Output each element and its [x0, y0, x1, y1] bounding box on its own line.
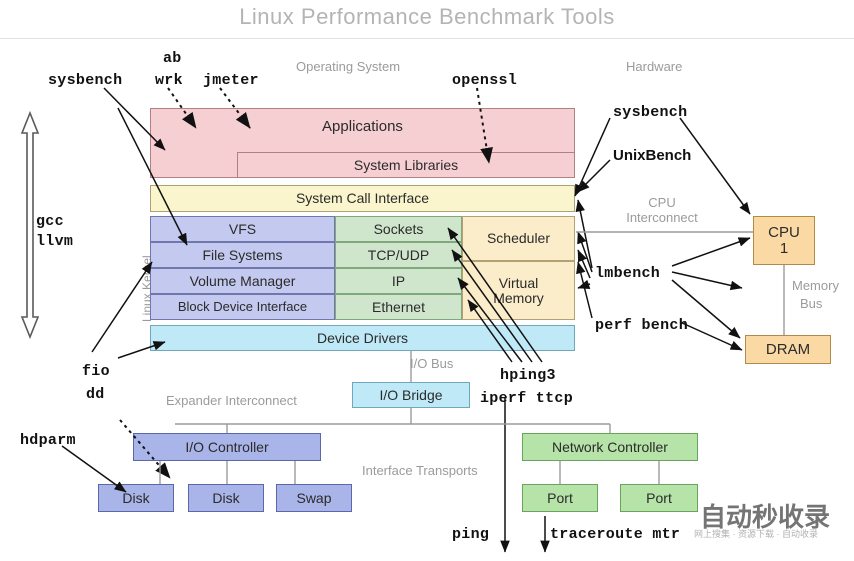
box-port-1: Port — [522, 484, 598, 512]
box-swap-label: Swap — [296, 489, 332, 506]
label-io-bus: I/O Bus — [410, 356, 454, 371]
box-network-controller-label: Network Controller — [552, 438, 668, 455]
tool-ab: ab — [163, 50, 182, 67]
box-io-controller-label: I/O Controller — [185, 438, 269, 455]
diagram-canvas: Linux Performance Benchmark Tools Operat… — [0, 0, 854, 561]
box-io-controller: I/O Controller — [133, 433, 321, 461]
title-bar: Linux Performance Benchmark Tools — [0, 0, 854, 38]
label-cpu-interconnect-line1: CPU — [648, 195, 676, 210]
box-system-libraries-label: System Libraries — [353, 156, 459, 173]
box-cpu-label-1: CPU — [768, 223, 800, 241]
tool-sysbench-top: sysbench — [48, 72, 123, 89]
label-memory-bus-line1: Memory — [792, 278, 839, 293]
label-hardware: Hardware — [626, 59, 683, 74]
box-applications-label: Applications — [322, 118, 403, 135]
label-interface-transports: Interface Transports — [362, 463, 478, 478]
box-port-2-label: Port — [646, 489, 672, 506]
box-device-drivers-label: Device Drivers — [316, 329, 408, 346]
tool-unixbench: UnixBench — [613, 147, 692, 164]
tool-traceroute-mtr: traceroute mtr — [550, 526, 681, 543]
box-port-1-label: Port — [547, 489, 573, 506]
tool-openssl: openssl — [452, 72, 518, 89]
tool-jmeter: jmeter — [203, 72, 259, 89]
box-system-call-interface: System Call Interface — [150, 185, 575, 212]
box-cpu-label-2: 1 — [779, 239, 789, 257]
box-device-drivers: Device Drivers — [150, 325, 575, 351]
box-vfs-label: VFS — [228, 220, 257, 237]
box-scheduler-label: Scheduler — [486, 230, 551, 247]
tool-hdparm: hdparm — [20, 432, 76, 449]
box-ethernet: Ethernet — [335, 294, 462, 320]
box-dram: DRAM — [745, 335, 831, 364]
tool-dd: dd — [86, 386, 105, 403]
box-io-bridge: I/O Bridge — [352, 382, 470, 408]
box-disk-1-label: Disk — [122, 489, 150, 506]
page-title: Linux Performance Benchmark Tools — [239, 4, 615, 29]
box-file-systems-label: File Systems — [202, 246, 283, 263]
box-disk-1: Disk — [98, 484, 174, 512]
tool-fio: fio — [82, 363, 110, 380]
box-disk-2-label: Disk — [212, 489, 240, 506]
box-ethernet-label: Ethernet — [372, 298, 425, 315]
box-block-device-interface: Block Device Interface — [150, 294, 335, 320]
box-scheduler: Scheduler — [462, 216, 575, 261]
box-file-systems: File Systems — [150, 242, 335, 268]
box-tcp-udp: TCP/UDP — [335, 242, 462, 268]
box-volume-manager: Volume Manager — [150, 268, 335, 294]
box-block-device-interface-label: Block Device Interface — [177, 299, 308, 315]
label-memory-bus-line2: Bus — [800, 296, 823, 311]
box-tcp-udp-label: TCP/UDP — [367, 246, 430, 263]
box-vfs: VFS — [150, 216, 335, 242]
tool-ping: ping — [452, 526, 490, 543]
box-cpu: CPU 1 — [753, 216, 815, 265]
tool-perf-bench: perf bench — [595, 317, 689, 334]
box-volume-manager-label: Volume Manager — [189, 272, 296, 289]
tool-lmbench: lmbench — [595, 265, 661, 282]
watermark-sub-wrap: 网上搜集 · 资源下载 · 自动收录 — [694, 527, 818, 540]
tool-wrk: wrk — [155, 72, 183, 89]
box-sockets: Sockets — [335, 216, 462, 242]
box-network-controller: Network Controller — [522, 433, 698, 461]
box-io-bridge-label: I/O Bridge — [379, 386, 443, 403]
tool-sysbench-right: sysbench — [613, 104, 688, 121]
box-disk-2: Disk — [188, 484, 264, 512]
title-divider — [0, 38, 854, 39]
label-operating-system: Operating System — [296, 59, 401, 74]
label-cpu-interconnect-line2: Interconnect — [626, 210, 698, 225]
box-ip-label: IP — [391, 272, 406, 289]
box-sockets-label: Sockets — [373, 220, 424, 237]
box-system-libraries: System Libraries — [237, 152, 575, 178]
tool-hping3: hping3 — [500, 367, 556, 384]
tool-gcc: gcc — [36, 213, 64, 230]
box-virtual-memory-label-2: Memory — [493, 289, 544, 306]
tool-llvm: llvm — [36, 233, 74, 250]
label-expander-interconnect: Expander Interconnect — [166, 393, 297, 408]
box-ip: IP — [335, 268, 462, 294]
box-virtual-memory: Virtual Memory — [462, 261, 575, 320]
box-dram-label: DRAM — [765, 340, 811, 358]
tool-iperf-ttcp: iperf ttcp — [480, 390, 574, 407]
watermark-sub: 网上搜集 · 资源下载 · 自动收录 — [694, 529, 818, 539]
box-virtual-memory-label-1: Virtual — [498, 274, 539, 291]
box-port-2: Port — [620, 484, 698, 512]
box-swap: Swap — [276, 484, 352, 512]
box-system-call-interface-label: System Call Interface — [295, 190, 430, 207]
